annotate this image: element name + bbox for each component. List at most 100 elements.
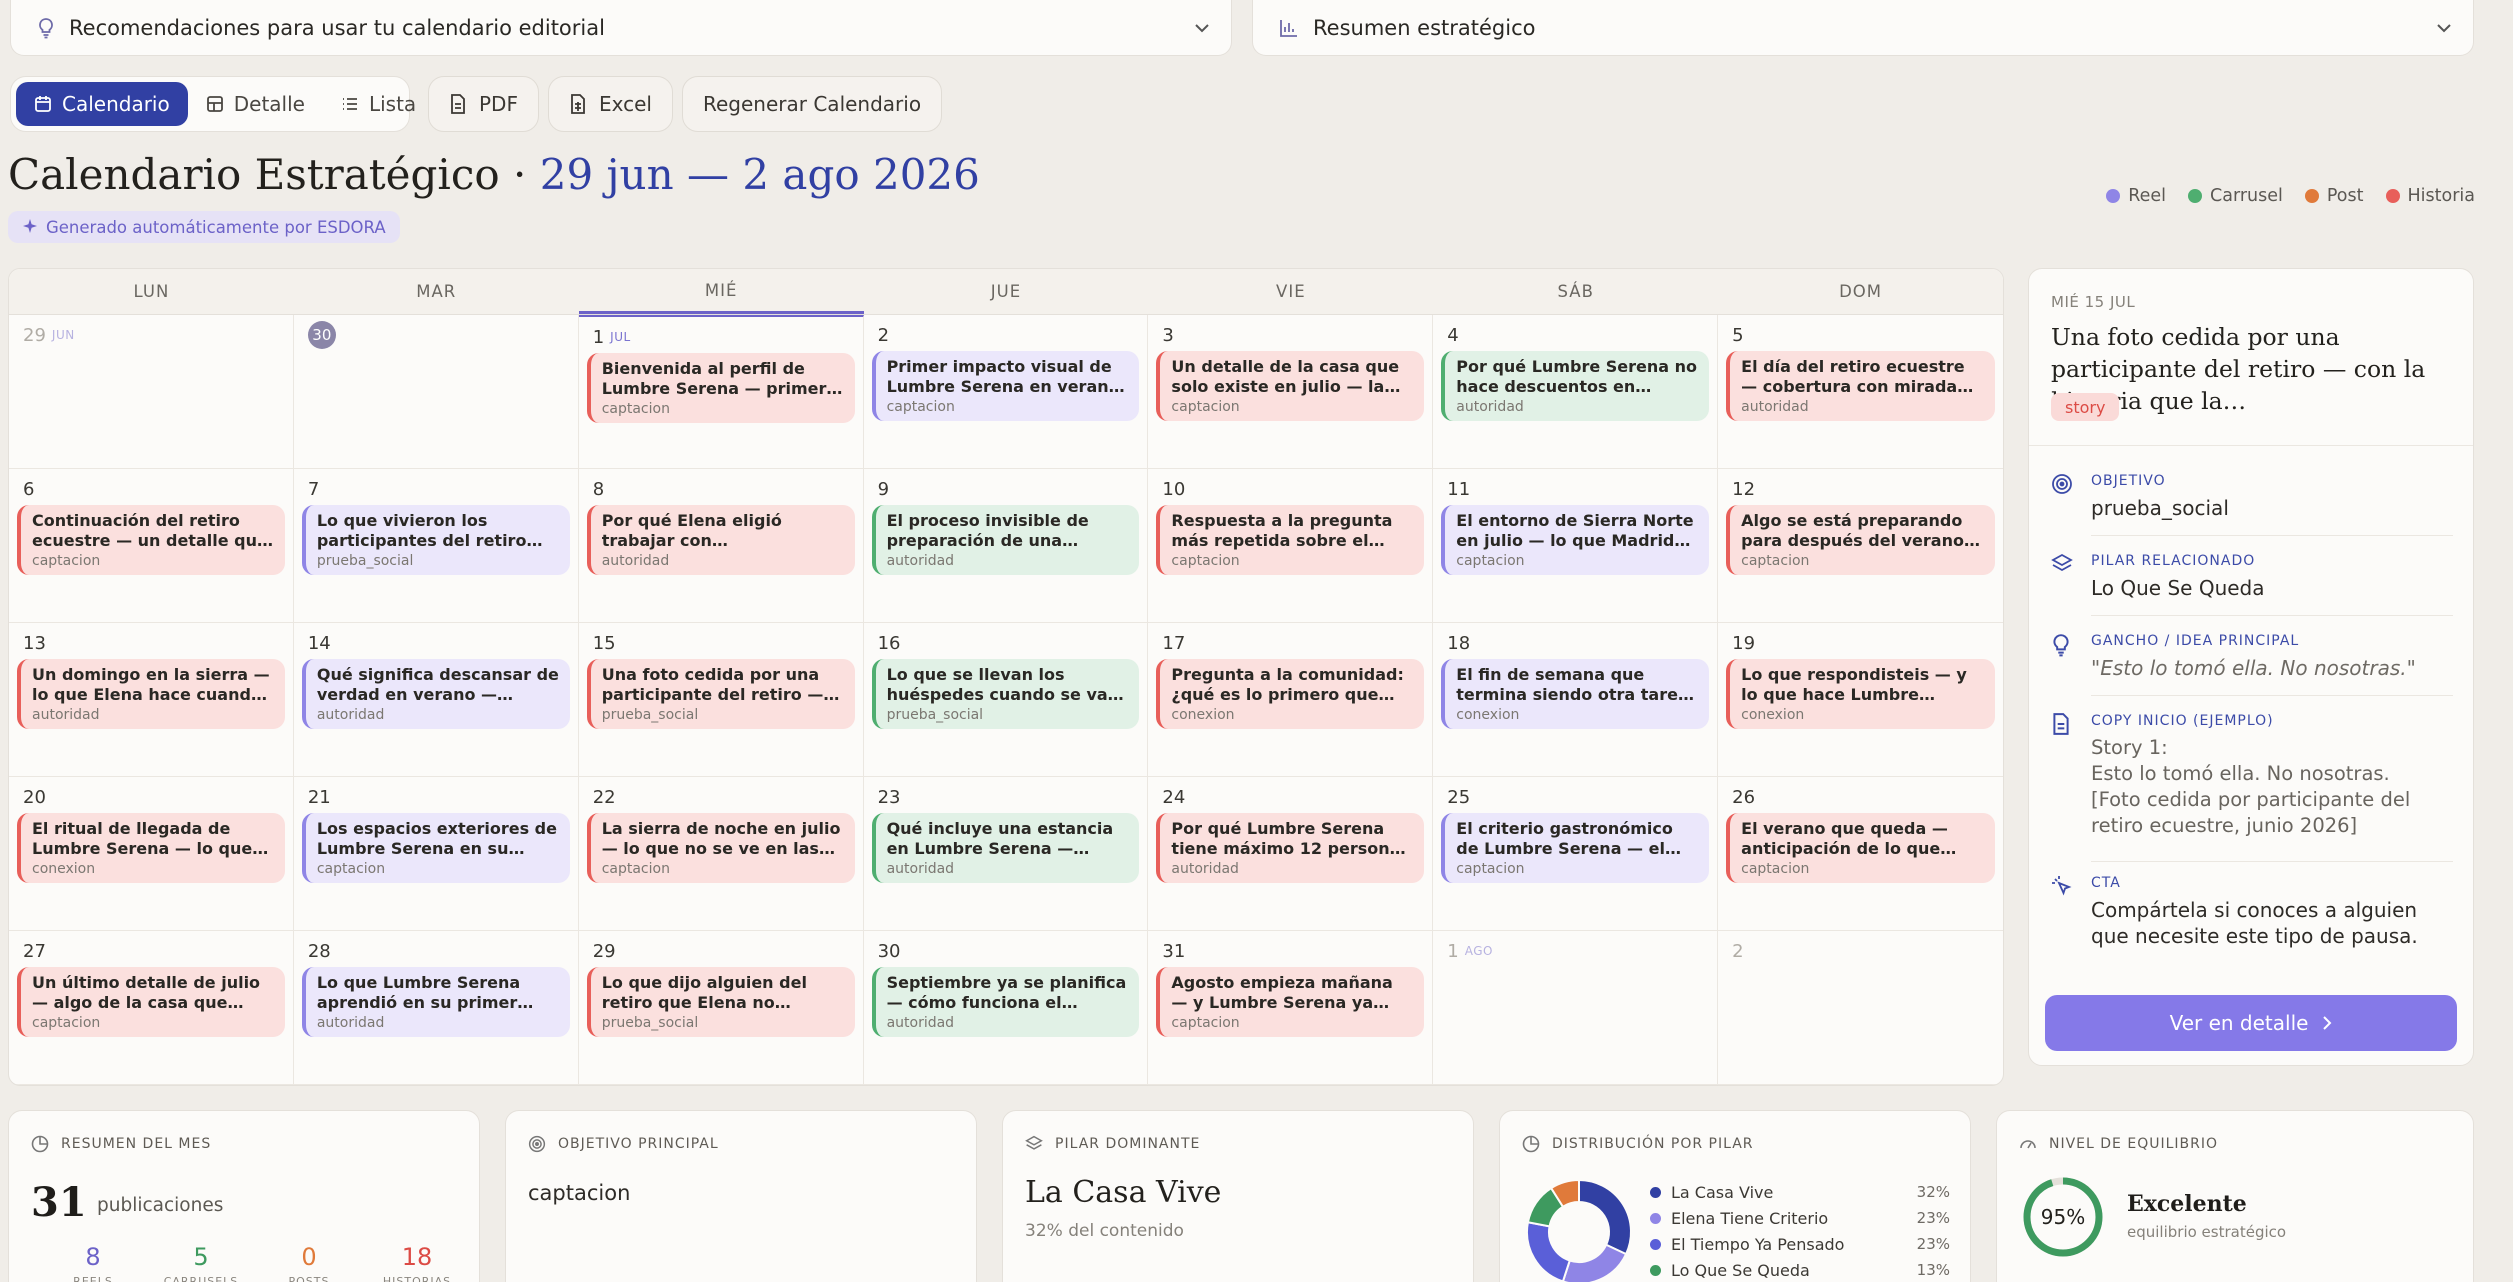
day-cell[interactable]: 25 El criterio gastronómico de Lumbre Ser… — [1433, 777, 1719, 931]
post-card[interactable]: El ritual de llegada de Lumbre Serena — … — [17, 813, 285, 883]
view-detail-button-label: Ver en detalle — [2169, 1011, 2309, 1035]
view-detail-button[interactable]: Ver en detalle — [2045, 995, 2457, 1051]
day-cell[interactable]: 7 Lo que vivieron los participantes del r… — [293, 469, 579, 623]
day-cell[interactable]: 24 Por qué Lumbre Serena tiene máximo 12 … — [1148, 777, 1434, 931]
day-number-text: 29 — [592, 940, 616, 962]
export-excel-button[interactable]: Excel — [548, 76, 673, 132]
post-card[interactable]: El fin de semana que termina siendo otra… — [1441, 659, 1710, 729]
day-cell[interactable]: 31 Agosto empieza mañana — y Lumbre Seren… — [1148, 931, 1434, 1085]
day-cell[interactable]: 20 El ritual de llegada de Lumbre Serena … — [9, 777, 294, 931]
day-number: 8 — [593, 477, 855, 501]
post-card[interactable]: Una foto cedida por una participante del… — [586, 659, 855, 729]
spreadsheet-icon — [569, 94, 587, 114]
post-card[interactable]: El proceso invisible de preparación de u… — [871, 505, 1140, 575]
post-card[interactable]: Por qué Elena eligió trabajar con @tamim… — [586, 505, 855, 575]
post-card[interactable]: Un detalle de la casa que solo existe en… — [1156, 351, 1425, 421]
day-cell[interactable]: 8 Por qué Elena eligió trabajar con @tami… — [578, 469, 864, 623]
day-cell[interactable]: 26 El verano que queda — anticipación de … — [1718, 777, 2003, 931]
post-card[interactable]: Lo que dijo alguien del retiro que Elena… — [586, 967, 855, 1037]
post-card[interactable]: Continuación del retiro ecuestre — un de… — [17, 505, 285, 575]
day-cell[interactable]: 2 — [1718, 931, 2003, 1085]
day-cell[interactable]: 2 Primer impacto visual de Lumbre Serena … — [863, 315, 1149, 469]
post-card[interactable]: Qué significa descansar de verdad en ver… — [301, 659, 570, 729]
day-cell[interactable]: 9 El proceso invisible de preparación de … — [863, 469, 1149, 623]
day-cell[interactable]: 27 Un último detalle de julio — algo de l… — [9, 931, 294, 1085]
post-title: El criterio gastronómico de Lumbre Seren… — [1456, 819, 1673, 858]
post-card[interactable]: Algo se está preparando para después del… — [1726, 505, 1995, 575]
stat-label: CARRUSELS — [163, 1275, 239, 1282]
day-cell[interactable]: 18 El fin de semana que termina siendo ot… — [1433, 623, 1719, 777]
post-card[interactable]: La sierra de noche en julio — lo que no … — [586, 813, 855, 883]
post-card[interactable]: El verano que queda — anticipación de lo… — [1726, 813, 1995, 883]
day-cell[interactable]: 12 Algo se está preparando para después d… — [1718, 469, 2003, 623]
day-cell[interactable]: 13 Un domingo en la sierra — lo que Elena… — [9, 623, 294, 777]
weekday-label: LUN — [133, 282, 170, 301]
post-card[interactable]: Bienvenida al perfil de Lumbre Serena — … — [586, 353, 855, 423]
pillar-distribution-list: La Casa Vive 32% Elena Tiene Criterio 23% El… — [1650, 1179, 1950, 1282]
export-pdf-button[interactable]: PDF — [428, 76, 539, 132]
post-card[interactable]: Respuesta a la pregunta más repetida sob… — [1156, 505, 1425, 575]
day-cell[interactable]: 14 Qué significa descansar de verdad en v… — [293, 623, 579, 777]
day-number: 17 — [1162, 631, 1424, 655]
post-card[interactable]: El entorno de Sierra Norte en julio — lo… — [1441, 505, 1710, 575]
post-card[interactable]: Primer impacto visual de Lumbre Serena e… — [871, 351, 1140, 421]
post-card[interactable]: Lo que vivieron los participantes del re… — [301, 505, 570, 575]
view-list-button[interactable]: Lista — [323, 82, 434, 126]
weekday-header: LUN MAR MIÉ JUE VIE SÁB DOM — [9, 269, 2003, 315]
day-number: 21 — [308, 785, 570, 809]
stat-label: POSTS — [288, 1275, 330, 1282]
month-label: AGO — [1464, 944, 1493, 958]
post-title: Bienvenida al perfil de Lumbre Serena — … — [601, 359, 827, 398]
day-cell[interactable]: 29 JUN — [9, 315, 294, 469]
post-card[interactable]: Lo que Lumbre Serena aprendió en su prim… — [301, 967, 570, 1037]
day-cell[interactable]: 29 Lo que dijo alguien del retiro que Ele… — [578, 931, 864, 1085]
pie-chart-icon — [31, 1135, 49, 1153]
post-goal: captacion — [1171, 553, 1240, 569]
post-card[interactable]: Lo que se llevan los huéspedes cuando se… — [871, 659, 1140, 729]
day-cell[interactable]: 22 La sierra de noche en julio — lo que n… — [578, 777, 864, 931]
recommendations-dropdown[interactable]: Recomendaciones para usar tu calendario … — [10, 0, 1232, 56]
strategic-summary-dropdown[interactable]: Resumen estratégico — [1252, 0, 2474, 56]
day-cell[interactable]: 23 Qué incluye una estancia en Lumbre Ser… — [863, 777, 1149, 931]
day-cell[interactable]: 30 Septiembre ya se planifica — cómo func… — [863, 931, 1149, 1085]
post-card[interactable]: Por qué Lumbre Serena no hace descuentos… — [1441, 351, 1710, 421]
post-card[interactable]: Por qué Lumbre Serena tiene máximo 12 pe… — [1156, 813, 1425, 883]
post-title: Un detalle de la casa que solo existe en… — [1171, 357, 1400, 396]
stat-item: 8 REELS — [39, 1243, 147, 1282]
day-cell[interactable]: 28 Lo que Lumbre Serena aprendió en su pr… — [293, 931, 579, 1085]
day-cell[interactable]: 15 Una foto cedida por una participante d… — [578, 623, 864, 777]
day-cell[interactable]: 6 Continuación del retiro ecuestre — un d… — [9, 469, 294, 623]
day-number: 30 — [878, 939, 1140, 963]
day-number: 16 — [878, 631, 1140, 655]
day-cell[interactable]: 21 Los espacios exteriores de Lumbre Sere… — [293, 777, 579, 931]
post-card[interactable]: Un domingo en la sierra — lo que Elena h… — [17, 659, 285, 729]
day-number: 29 JUN — [23, 323, 285, 347]
day-cell[interactable]: 3 Un detalle de la casa que solo existe e… — [1148, 315, 1434, 469]
day-cell[interactable]: 4 Por qué Lumbre Serena no hace descuento… — [1433, 315, 1719, 469]
post-goal: captacion — [32, 1015, 101, 1031]
day-cell[interactable]: 30 — [293, 315, 579, 469]
post-card[interactable]: Septiembre ya se planifica — cómo funcio… — [871, 967, 1140, 1037]
regenerate-calendar-button[interactable]: Regenerar Calendario — [682, 76, 943, 132]
day-cell[interactable]: 1 AGO — [1433, 931, 1719, 1085]
day-cell[interactable]: 5 El día del retiro ecuestre — cobertura … — [1718, 315, 2003, 469]
post-card[interactable]: Lo que respondisteis — y lo que hace Lum… — [1726, 659, 1995, 729]
legend-item: Historia — [2385, 186, 2475, 206]
day-cell[interactable]: 17 Pregunta a la comunidad: ¿qué es lo pr… — [1148, 623, 1434, 777]
post-card[interactable]: Los espacios exteriores de Lumbre Serena… — [301, 813, 570, 883]
day-cell[interactable]: 10 Respuesta a la pregunta más repetida s… — [1148, 469, 1434, 623]
post-card[interactable]: El criterio gastronómico de Lumbre Seren… — [1441, 813, 1710, 883]
post-card[interactable]: El día del retiro ecuestre — cobertura c… — [1726, 351, 1995, 421]
post-card[interactable]: Pregunta a la comunidad: ¿qué es lo prim… — [1156, 659, 1425, 729]
post-card[interactable]: Un último detalle de julio — algo de la … — [17, 967, 285, 1037]
post-card[interactable]: Agosto empieza mañana — y Lumbre Serena … — [1156, 967, 1425, 1037]
stat-item: 18 HISTORIAS — [363, 1243, 471, 1282]
day-cell[interactable]: 19 Lo que respondisteis — y lo que hace L… — [1718, 623, 2003, 777]
day-cell[interactable]: 16 Lo que se llevan los huéspedes cuando … — [863, 623, 1149, 777]
post-title: Por qué Lumbre Serena no hace descuentos… — [1456, 357, 1698, 396]
view-calendar-button[interactable]: Calendario — [16, 82, 188, 126]
post-card[interactable]: Qué incluye una estancia en Lumbre Seren… — [871, 813, 1140, 883]
view-detail-button[interactable]: Detalle — [188, 82, 323, 126]
day-cell[interactable]: 11 El entorno de Sierra Norte en julio — … — [1433, 469, 1719, 623]
day-cell[interactable]: 1 JUL Bienvenida al perfil de Lumbre Seren… — [578, 315, 864, 469]
